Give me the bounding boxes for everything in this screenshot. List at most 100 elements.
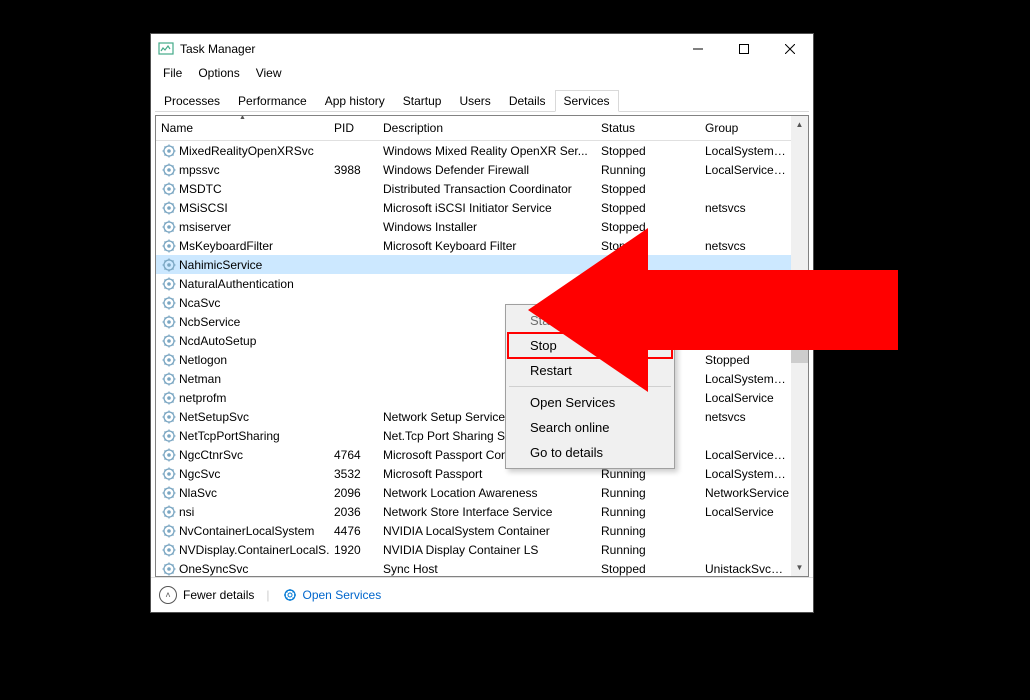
cell-name: mpssvc <box>156 162 329 178</box>
menu-item-go-to-details[interactable]: Go to details <box>508 440 672 465</box>
cell-name: Netlogon <box>156 352 329 368</box>
column-pid[interactable]: PID <box>329 116 378 140</box>
table-row[interactable]: NcbServicer <box>156 312 808 331</box>
menu-item-start: Start <box>508 308 672 333</box>
cell-status: R <box>596 258 700 272</box>
cell-description: Windows Installer <box>378 220 596 234</box>
cell-group: LocalServiceN... <box>700 448 796 462</box>
cell-name: nsi <box>156 504 329 520</box>
table-row[interactable]: NcdAutoSetupRuLocalServiceN... <box>156 331 808 350</box>
scroll-down-arrow[interactable]: ▼ <box>791 559 808 576</box>
table-row[interactable]: MSiSCSI Microsoft iSCSI Initiator Service… <box>156 198 808 217</box>
separator: | <box>266 588 269 602</box>
tab-processes[interactable]: Processes <box>155 90 229 112</box>
cell-pid: 4476 <box>329 524 378 538</box>
menu-options[interactable]: Options <box>190 64 247 85</box>
cell-group: LocalService <box>700 391 796 405</box>
table-body[interactable]: MixedRealityOpenXRSvcWindows Mixed Reali… <box>156 141 808 576</box>
cell-status: Stopped <box>596 201 700 215</box>
vertical-scrollbar[interactable]: ▲ ▼ <box>791 116 808 576</box>
minimize-button[interactable] <box>675 34 721 64</box>
tab-app-history[interactable]: App history <box>316 90 394 112</box>
table-row[interactable]: Netlogon Stopped <box>156 350 808 369</box>
cell-group: LocalServiceN... <box>700 334 796 348</box>
table-row[interactable]: NlaSvc2096Network Location AwarenessRunn… <box>156 483 808 502</box>
cell-name: NcaSvc <box>156 295 329 311</box>
table-row[interactable]: NgcSvc3532Microsoft PassportRunningLocal… <box>156 464 808 483</box>
open-services-label: Open Services <box>303 588 382 602</box>
cell-group: Stopped <box>700 353 796 367</box>
scroll-up-arrow[interactable]: ▲ <box>791 116 808 133</box>
fewer-details-button[interactable]: ˄ Fewer details <box>159 586 254 604</box>
table-row[interactable]: msiserverWindows InstallerStopped <box>156 217 808 236</box>
tab-services[interactable]: Services <box>555 90 619 112</box>
cell-name: NcdAutoSetup <box>156 333 329 349</box>
open-services-link[interactable]: Open Services <box>282 587 382 603</box>
cell-group: UnistackSvcGr... <box>700 562 796 576</box>
cell-status: Stopped <box>596 220 700 234</box>
table-row[interactable]: NaturalAuthentication <box>156 274 808 293</box>
cell-name: MSDTC <box>156 181 329 197</box>
table-row[interactable]: OneSyncSvcSync HostStoppedUnistackSvcGr.… <box>156 559 808 576</box>
cell-status: Stopped <box>596 239 700 253</box>
table-row[interactable]: MSDTCDistributed Transaction Coordinator… <box>156 179 808 198</box>
menu-item-search-online[interactable]: Search online <box>508 415 672 440</box>
table-row[interactable]: NetTcpPortSharingNet.Tcp Port Sharing Se… <box>156 426 808 445</box>
cell-description: Microsoft iSCSI Initiator Service <box>378 201 596 215</box>
menu-item-restart[interactable]: Restart <box>508 358 672 383</box>
cell-pid: 3988 <box>329 163 378 177</box>
cell-name: NcbService <box>156 314 329 330</box>
cell-status: Running <box>596 505 700 519</box>
cell-description: Network Location Awareness <box>378 486 596 500</box>
table-row[interactable]: NetmanRunningLocalSystemN... <box>156 369 808 388</box>
cell-name: netprofm <box>156 390 329 406</box>
tab-details[interactable]: Details <box>500 90 555 112</box>
cell-name: NahimicService <box>156 257 329 273</box>
table-row[interactable]: NgcCtnrSvc4764Microsoft Passport Contain… <box>156 445 808 464</box>
close-button[interactable] <box>767 34 813 64</box>
column-status[interactable]: Status <box>596 116 700 140</box>
tab-startup[interactable]: Startup <box>394 90 451 112</box>
cell-status: Running <box>596 163 700 177</box>
menu-item-open-services[interactable]: Open Services <box>508 390 672 415</box>
table-row[interactable]: NcaSvc <box>156 293 808 312</box>
cell-description: Network Store Interface Service <box>378 505 596 519</box>
cell-pid: 2096 <box>329 486 378 500</box>
cell-name: NetSetupSvc <box>156 409 329 425</box>
table-row[interactable]: NvContainerLocalSystem4476NVIDIA LocalSy… <box>156 521 808 540</box>
cell-description: Windows Mixed Reality OpenXR Ser... <box>378 144 596 158</box>
tab-strip: ProcessesPerformanceApp historyStartupUs… <box>155 89 809 112</box>
menu-file[interactable]: File <box>155 64 190 85</box>
column-description[interactable]: Description <box>378 116 596 140</box>
menu-item-stop[interactable]: Stop <box>508 333 672 358</box>
titlebar: Task Manager <box>151 34 813 64</box>
chevron-up-icon: ˄ <box>159 586 177 604</box>
table-row[interactable]: NahimicService R <box>156 255 808 274</box>
cell-group: LocalSystemN... <box>700 144 796 158</box>
menu-view[interactable]: View <box>248 64 290 85</box>
window-title: Task Manager <box>180 42 675 56</box>
tab-performance[interactable]: Performance <box>229 90 316 112</box>
cell-description: Microsoft Keyboard Filter <box>378 239 596 253</box>
cell-description: Sync Host <box>378 562 596 576</box>
table-row[interactable]: NetSetupSvcNetwork Setup ServiceStoppedn… <box>156 407 808 426</box>
table-header: Name▲PIDDescriptionStatusGroup <box>156 116 808 141</box>
maximize-button[interactable] <box>721 34 767 64</box>
table-row[interactable]: NVDisplay.ContainerLocalS...1920NVIDIA D… <box>156 540 808 559</box>
table-row[interactable]: nsi2036Network Store Interface ServiceRu… <box>156 502 808 521</box>
column-name[interactable]: Name▲ <box>156 116 329 140</box>
cell-status: Running <box>596 524 700 538</box>
cell-name: MSiSCSI <box>156 200 329 216</box>
tab-users[interactable]: Users <box>450 90 499 112</box>
cell-group: LocalSystemN... <box>700 372 796 386</box>
cell-name: NVDisplay.ContainerLocalS... <box>156 542 329 558</box>
table-row[interactable]: MsKeyboardFilterMicrosoft Keyboard Filte… <box>156 236 808 255</box>
cell-description: Windows Defender Firewall <box>378 163 596 177</box>
table-row[interactable]: MixedRealityOpenXRSvcWindows Mixed Reali… <box>156 141 808 160</box>
cell-status: Stopped <box>596 562 700 576</box>
scroll-thumb[interactable] <box>791 342 808 363</box>
table-row[interactable]: mpssvc3988Windows Defender FirewallRunni… <box>156 160 808 179</box>
menu-separator <box>509 386 671 387</box>
table-row[interactable]: netprofmRunningLocalService <box>156 388 808 407</box>
column-group[interactable]: Group <box>700 116 796 140</box>
